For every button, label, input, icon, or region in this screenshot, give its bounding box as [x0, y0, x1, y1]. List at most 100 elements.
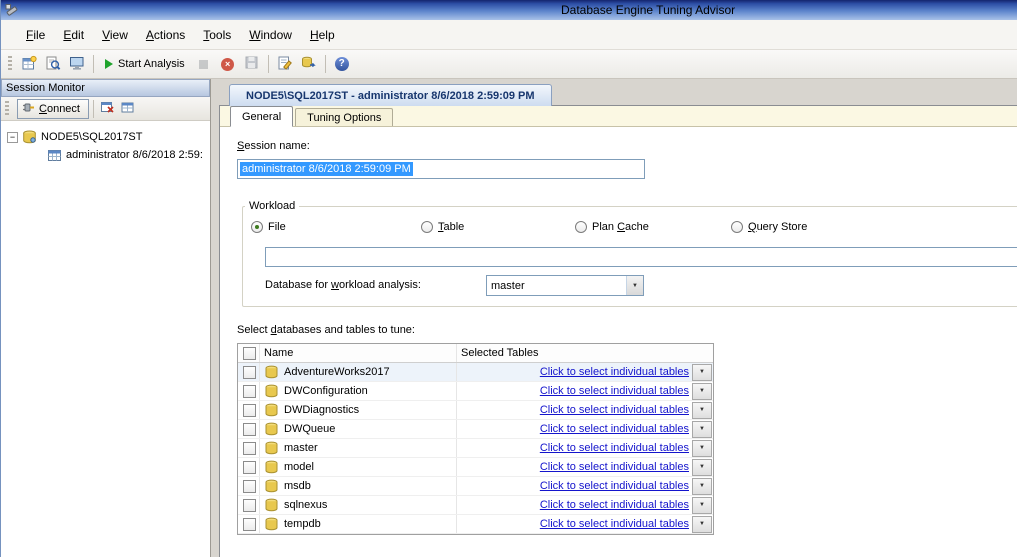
database-name: master [284, 442, 318, 454]
database-row: Database for workload analysis: master ▼ [265, 275, 1017, 296]
select-tables-link[interactable]: Click to select individual tables [540, 385, 689, 397]
toolbar-grip[interactable] [8, 56, 12, 72]
new-session-icon [21, 55, 37, 74]
collapse-icon[interactable]: − [7, 132, 18, 143]
select-tables-link[interactable]: Click to select individual tables [540, 518, 689, 530]
help-button[interactable]: ? [330, 52, 354, 76]
row-checkbox[interactable] [243, 461, 256, 474]
menu-actions[interactable]: Actions [137, 24, 194, 46]
window-body: Session Monitor Connect [1, 79, 1017, 557]
delete-session-icon [100, 100, 115, 118]
workload-database-select[interactable]: master ▼ [486, 275, 644, 296]
database-icon [264, 498, 279, 513]
session-name: administrator 8/6/2018 2:59: [66, 149, 203, 161]
radio-label-query-store: Query Store [748, 221, 807, 233]
workload-table-radio[interactable]: Table [421, 221, 464, 233]
select-all-checkbox[interactable] [243, 347, 256, 360]
table-row: master Click to select individual tables… [238, 439, 713, 458]
tree-node-session[interactable]: administrator 8/6/2018 2:59: [47, 146, 210, 164]
menu-help[interactable]: Help [301, 24, 344, 46]
database-name: AdventureWorks2017 [284, 366, 390, 378]
tables-dropdown-button[interactable]: ▼ [692, 516, 712, 533]
radio-icon [421, 221, 433, 233]
database-icon [264, 460, 279, 475]
general-tab-content: Session name: administrator 8/6/2018 2:5… [220, 127, 1017, 535]
row-checkbox[interactable] [243, 366, 256, 379]
toolbar-separator [268, 55, 269, 73]
table-row: msdb Click to select individual tables ▼ [238, 477, 713, 496]
row-checkbox[interactable] [243, 385, 256, 398]
databases-table: Name Selected Tables AdventureWorks2017 … [237, 343, 714, 535]
tables-dropdown-button[interactable]: ▼ [692, 364, 712, 381]
database-value: master [487, 280, 626, 292]
menu-tools[interactable]: Tools [194, 24, 240, 46]
select-tables-link[interactable]: Click to select individual tables [540, 366, 689, 378]
save-session-button[interactable] [240, 52, 264, 76]
session-name-input[interactable]: administrator 8/6/2018 2:59:09 PM [237, 159, 645, 179]
window-title: Database Engine Tuning Advisor [561, 3, 735, 17]
session-monitor-panel: Session Monitor Connect [1, 79, 211, 557]
stop-icon [199, 60, 208, 69]
dta-window: Database Engine Tuning Advisor File Edit… [0, 0, 1017, 557]
row-checkbox[interactable] [243, 518, 256, 531]
tab-tuning-options[interactable]: Tuning Options [295, 108, 393, 126]
connect-button[interactable]: Connect [17, 99, 89, 119]
tables-dropdown-button[interactable]: ▼ [692, 440, 712, 457]
tables-dropdown-button[interactable]: ▼ [692, 402, 712, 419]
form-pencil-icon [277, 55, 293, 74]
select-tables-link[interactable]: Click to select individual tables [540, 499, 689, 511]
row-checkbox[interactable] [243, 404, 256, 417]
database-icon [264, 422, 279, 437]
row-checkbox[interactable] [243, 423, 256, 436]
menu-window[interactable]: Window [240, 24, 301, 46]
delete-session-button[interactable]: × [216, 52, 240, 76]
radio-label-plan-cache: Plan Cache [592, 221, 649, 233]
connect-to-server-button[interactable] [65, 52, 89, 76]
select-tables-link[interactable]: Click to select individual tables [540, 423, 689, 435]
table-row: model Click to select individual tables … [238, 458, 713, 477]
chevron-down-icon[interactable]: ▼ [626, 276, 643, 295]
tables-dropdown-button[interactable]: ▼ [692, 421, 712, 438]
tab-general[interactable]: General [230, 106, 293, 127]
row-checkbox[interactable] [243, 480, 256, 493]
play-icon [105, 59, 113, 69]
radio-label-table: Table [438, 221, 464, 233]
workload-plan-cache-radio[interactable]: Plan Cache [575, 221, 649, 233]
table-row: sqlnexus Click to select individual tabl… [238, 496, 713, 515]
tree-node-server[interactable]: − NODE5\SQL2017ST [7, 128, 210, 146]
view-session-button[interactable] [41, 52, 65, 76]
new-session-button[interactable] [17, 52, 41, 76]
select-tables-link[interactable]: Click to select individual tables [540, 480, 689, 492]
new-session-button[interactable] [118, 99, 138, 119]
workload-file-input[interactable] [265, 247, 1017, 267]
select-tables-link[interactable]: Click to select individual tables [540, 404, 689, 416]
select-tables-link[interactable]: Click to select individual tables [540, 442, 689, 454]
row-checkbox[interactable] [243, 442, 256, 455]
server-name: NODE5\SQL2017ST [41, 131, 143, 143]
row-checkbox[interactable] [243, 499, 256, 512]
tables-dropdown-button[interactable]: ▼ [692, 478, 712, 495]
workload-query-store-radio[interactable]: Query Store [731, 221, 807, 233]
database-name: DWQueue [284, 423, 335, 435]
workload-file-radio[interactable]: File [251, 221, 286, 233]
stop-analysis-button[interactable] [192, 52, 216, 76]
session-icon [47, 148, 62, 163]
delete-session-button[interactable] [98, 99, 118, 119]
menu-edit[interactable]: Edit [54, 24, 93, 46]
start-analysis-button[interactable]: Start Analysis [98, 52, 192, 76]
database-icon [264, 384, 279, 399]
menu-file[interactable]: File [17, 24, 54, 46]
database-name: msdb [284, 480, 311, 492]
tables-dropdown-button[interactable]: ▼ [692, 383, 712, 400]
apply-recommendations-button[interactable] [273, 52, 297, 76]
menu-view[interactable]: View [93, 24, 137, 46]
save-icon [244, 55, 259, 73]
session-document-tab[interactable]: NODE5\SQL2017ST - administrator 8/6/2018… [229, 84, 552, 106]
tables-dropdown-button[interactable]: ▼ [692, 459, 712, 476]
menu-bar: File Edit View Actions Tools Window Help [1, 20, 1017, 50]
select-tables-link[interactable]: Click to select individual tables [540, 461, 689, 473]
tab-strip: General Tuning Options [220, 106, 1017, 127]
tables-dropdown-button[interactable]: ▼ [692, 497, 712, 514]
toolbar-grip[interactable] [5, 101, 9, 117]
export-results-button[interactable] [297, 52, 321, 76]
